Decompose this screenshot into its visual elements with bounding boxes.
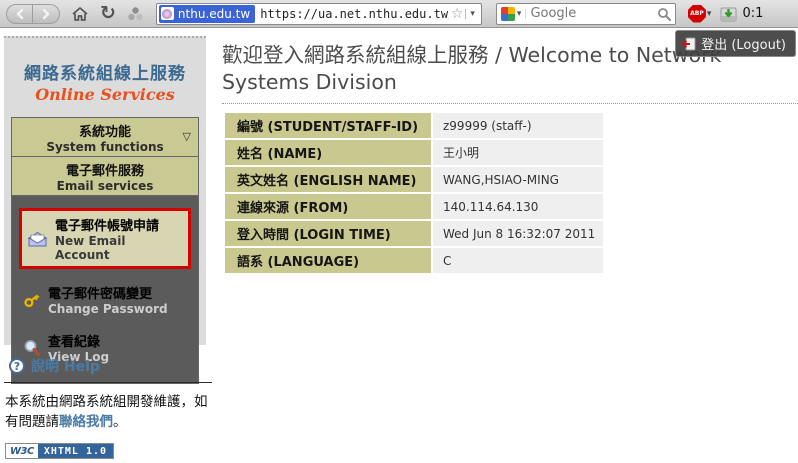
user-info-table: 編號 (STUDENT/STAFF-ID) z99999 (staff-) 姓名… [223,111,605,275]
section-label-en: Email services [57,179,154,193]
row-value: WANG,HSIAO-MING [433,167,603,192]
table-row: 英文姓名 (ENGLISH NAME) WANG,HSIAO-MING [225,167,603,192]
toolbar-counter: 0:1 [742,6,763,21]
url-domain: nthu.edu.tw [178,7,250,21]
help-icon: ? [9,358,25,374]
help-label: 說明 Help [31,356,100,376]
row-value: 王小明 [433,140,603,165]
menu-item-new-email-account[interactable]: 電子郵件帳號申請 New Email Account [19,208,191,269]
section-label-zh: 電子郵件服務 [66,160,144,179]
menu-item-en: New Email Account [55,234,183,262]
sidebar-title-en: Online Services [4,85,206,104]
contact-us-link[interactable]: 聯絡我們 [59,414,113,430]
sidebar-title: 網路系統組線上服務 Online Services [4,59,206,104]
search-box[interactable]: ▾ Google [496,3,676,25]
section-label-en: System functions [46,140,163,154]
w3c-logo: W3C [6,444,38,458]
row-value: Wed Jun 8 16:32:07 2011 [433,221,603,246]
site-favicon-icon [161,7,174,20]
help-label-en: Help [64,359,100,375]
logout-label: 登出 (Logout) [701,34,786,53]
search-engine-dropdown[interactable]: ▾ [515,9,527,19]
table-row: 語系 (LANGUAGE) C [225,248,603,273]
menu-section-email-services[interactable]: 電子郵件服務 Email services [11,156,199,196]
adblock-button[interactable]: ABP ▾ [688,5,712,23]
menu-item-text: 電子郵件帳號申請 New Email Account [55,215,183,262]
row-label: 英文姓名 (ENGLISH NAME) [225,167,431,192]
magnifier-icon [23,339,41,357]
url-dropdown-button[interactable]: ▾ [465,9,479,19]
menu-section-system-functions[interactable]: 系統功能 System functions ▽ [11,117,199,157]
back-icon [14,8,26,20]
main-content: 歡迎登入網路系統組線上服務 / Welcome to Network Syste… [222,42,798,275]
row-label: 連線來源 (FROM) [225,194,431,219]
sidebar: 網路系統組線上服務 Online Services 系統功能 System fu… [4,36,206,345]
back-button[interactable] [6,4,33,24]
row-value: C [433,248,603,273]
url-text[interactable]: https://ua.net.nthu.edu.tw/portal/ [255,7,449,21]
row-value: 140.114.64.130 [433,194,603,219]
adblock-dropdown-icon: ▾ [707,9,712,19]
sidebar-title-zh: 網路系統組線上服務 [4,59,206,84]
row-label: 登入時間 (LOGIN TIME) [225,221,431,246]
menu-item-text: 電子郵件密碼變更 Change Password [48,283,168,316]
key-icon [23,291,41,309]
url-bar[interactable]: nthu.edu.tw https://ua.net.nthu.edu.tw/p… [156,3,482,25]
proxy-icon [127,6,144,22]
xhtml-label: XHTML 1.0 [38,444,113,458]
table-row: 連線來源 (FROM) 140.114.64.130 [225,194,603,219]
table-row: 登入時間 (LOGIN TIME) Wed Jun 8 16:32:07 201… [225,221,603,246]
row-label: 編號 (STUDENT/STAFF-ID) [225,113,431,138]
sidebar-menu: 系統功能 System functions ▽ 電子郵件服務 Email ser… [11,117,199,384]
home-icon [71,6,89,22]
footer-text: 。 [113,414,127,430]
row-label: 姓名 (NAME) [225,140,431,165]
menu-item-zh: 電子郵件密碼變更 [48,283,168,302]
menu-item-zh: 電子郵件帳號申請 [55,215,183,234]
footer-note: 本系統由網路系統組開發維護，如有問題請聯絡我們。 [5,393,219,432]
nav-buttons [6,4,60,24]
help-link[interactable]: ? 說明 Help [9,356,100,376]
search-input[interactable]: Google [530,6,656,21]
logout-button[interactable]: 登出 (Logout) [675,30,796,57]
google-logo-icon [501,7,515,21]
table-row: 姓名 (NAME) 王小明 [225,140,603,165]
row-label: 語系 (LANGUAGE) [225,248,431,273]
adblock-icon: ABP [688,5,706,23]
envelope-icon [27,231,48,247]
browser-toolbar: ↻ nthu.edu.tw https://ua.net.nthu.edu.tw… [0,0,798,28]
menu-item-en: Change Password [48,302,168,316]
menu-item-change-password[interactable]: 電子郵件密碼變更 Change Password [19,280,191,319]
logout-icon [681,37,696,51]
bookmark-star-icon[interactable]: ☆ [449,6,466,22]
menu-item-zh: 查看紀錄 [48,331,109,350]
section-label-zh: 系統功能 [79,121,131,140]
search-icon[interactable] [657,7,671,21]
chevron-down-icon[interactable]: ▽ [183,130,191,143]
home-button[interactable] [71,6,89,22]
forward-button[interactable] [33,4,60,24]
heading-divider [222,103,798,104]
help-label-zh: 說明 [31,359,59,375]
w3c-xhtml-badge[interactable]: W3C XHTML 1.0 [5,443,114,459]
download-icon [720,6,737,22]
reload-button[interactable]: ↻ [100,4,116,23]
proxy-button[interactable] [127,6,144,22]
row-value: z99999 (staff-) [433,113,603,138]
download-status-button[interactable] [720,6,737,22]
divider [4,382,212,383]
table-row: 編號 (STUDENT/STAFF-ID) z99999 (staff-) [225,113,603,138]
forward-icon [40,8,52,20]
url-domain-chip: nthu.edu.tw [159,5,255,23]
